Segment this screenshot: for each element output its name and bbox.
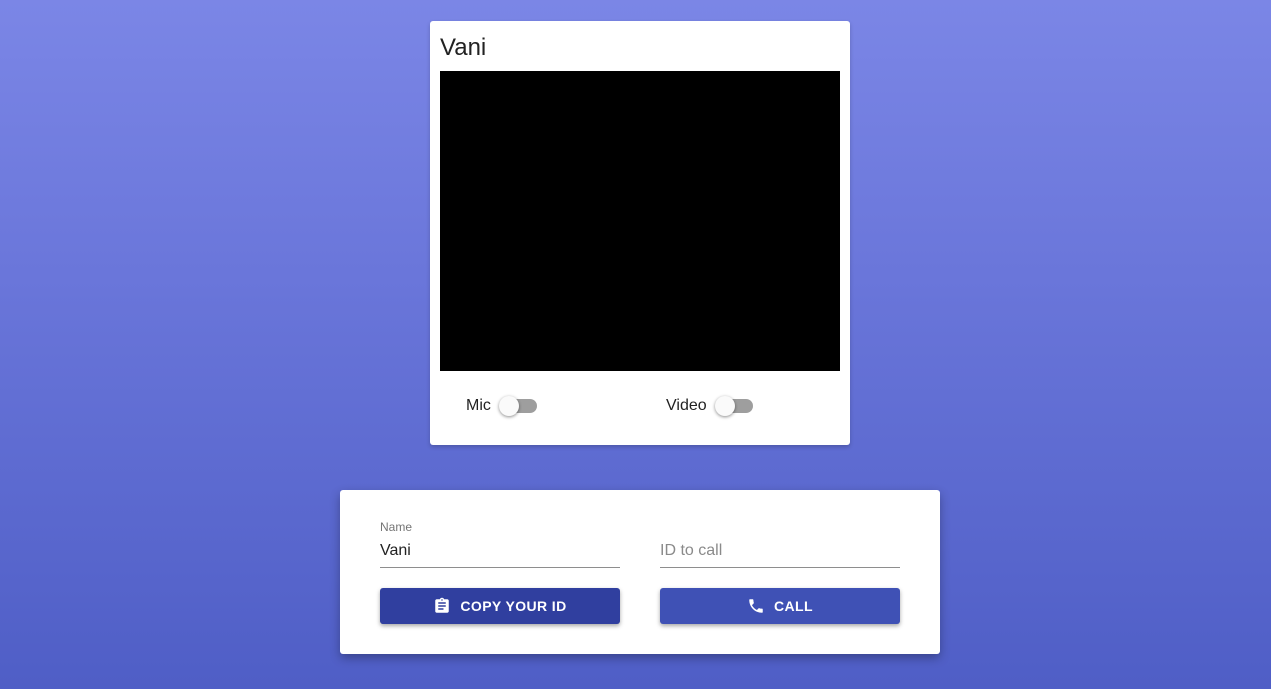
mic-label: Mic [466, 397, 491, 414]
video-label: Video [666, 397, 707, 414]
mic-switch[interactable] [498, 395, 537, 417]
clipboard-icon [433, 596, 451, 616]
copy-your-id-label: COPY YOUR ID [460, 598, 567, 614]
mic-switch-thumb[interactable] [498, 396, 519, 416]
local-video [440, 71, 840, 371]
call-form-card: Name COPY YOUR ID CALL [340, 490, 940, 654]
call-label: CALL [774, 598, 813, 614]
copy-your-id-button[interactable]: COPY YOUR ID [380, 588, 620, 624]
name-input-underline [380, 567, 620, 568]
name-field-label: Name [380, 520, 413, 534]
id-to-call-input[interactable] [660, 542, 900, 560]
local-video-card: Vani Mic Video [430, 21, 850, 445]
video-switch[interactable] [714, 395, 753, 417]
video-title: Vani [440, 34, 487, 61]
id-input-underline [660, 567, 900, 568]
call-button[interactable]: CALL [660, 588, 900, 624]
phone-icon [747, 597, 765, 615]
video-switch-thumb[interactable] [714, 396, 735, 416]
name-input[interactable] [380, 542, 620, 560]
video-toggle-group: Video [666, 395, 753, 417]
mic-toggle-group: Mic [466, 395, 537, 417]
